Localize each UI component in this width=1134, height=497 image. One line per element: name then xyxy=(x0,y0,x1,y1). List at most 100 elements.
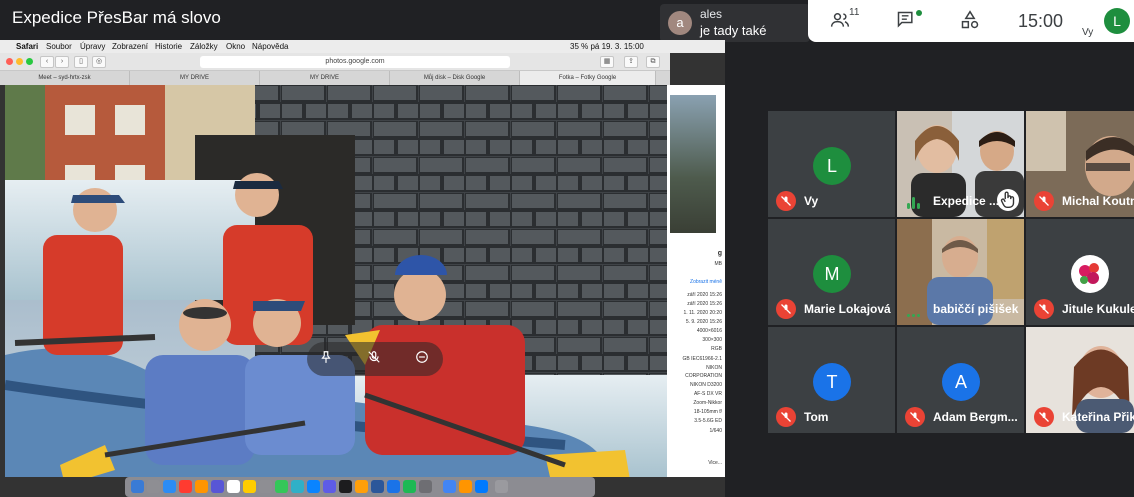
participant-tile[interactable]: M Marie Lokajová xyxy=(768,219,895,325)
chat-sender-avatar: a xyxy=(668,11,692,35)
app-icon xyxy=(195,480,208,493)
info-line: GB IEC61966-2.1 xyxy=(682,356,722,362)
tab-photos: Fotka – Fotky Google xyxy=(520,71,656,85)
participant-tile[interactable]: Michal Koutn xyxy=(1026,111,1134,217)
menu-item: Historie xyxy=(155,42,183,51)
pin-icon[interactable] xyxy=(317,350,335,368)
meeting-controls-panel: 11 15:00 Vy L xyxy=(808,0,1134,42)
app-icon xyxy=(475,480,488,493)
menu-item: Okno xyxy=(226,42,246,51)
vlc-icon xyxy=(459,480,472,493)
close-window-dot xyxy=(6,58,13,65)
chat-unread-dot xyxy=(916,10,922,16)
participant-tile[interactable]: T Tom xyxy=(768,327,895,433)
app-icon xyxy=(419,480,432,493)
chat-message: je tady také xyxy=(700,23,767,38)
speaking-indicator xyxy=(907,305,923,317)
tab-my-drive-2: MY DRIVE xyxy=(260,71,390,85)
self-avatar[interactable]: L xyxy=(1104,8,1130,34)
participant-name: Marie Lokajová xyxy=(804,302,891,316)
forward-icon: › xyxy=(55,56,69,68)
teams-icon xyxy=(323,480,336,493)
app-icon xyxy=(387,480,400,493)
participant-tile[interactable]: Expedice ... xyxy=(897,111,1024,217)
menu-item: Zobrazení xyxy=(112,42,149,51)
participant-name: Adam Bergm... xyxy=(933,410,1018,424)
new-tab-icon: ⧉ xyxy=(646,56,660,68)
menu-item: Safari xyxy=(16,42,39,51)
chat-icon xyxy=(897,11,913,28)
info-line: 18-105mm f/ xyxy=(693,409,722,415)
hand-cursor-icon xyxy=(997,189,1019,211)
calendar-icon xyxy=(227,480,240,493)
participant-tile[interactable]: babiččí pišišek xyxy=(897,219,1024,325)
clock: 15:00 xyxy=(1018,11,1064,31)
menu-item: Nápověda xyxy=(252,42,289,51)
activities-button[interactable] xyxy=(960,10,980,32)
participant-avatar: T xyxy=(813,363,851,401)
mac-menubar: Safari Soubor Úpravy Zobrazení Historie … xyxy=(0,40,725,53)
mic-off-icon xyxy=(776,407,796,427)
safari-toolbar: ‹ › ▯ ◎ photos.google.com ▦ ⇪ ⧉ xyxy=(0,53,670,71)
mic-off-icon xyxy=(1034,407,1054,427)
info-line: Zoom-Nikkor xyxy=(693,400,722,406)
chat-notification[interactable]: a ales je tady také xyxy=(660,4,810,42)
tab-my-drive: MY DRIVE xyxy=(130,71,260,85)
chat-button[interactable] xyxy=(896,10,916,32)
participant-avatar: L xyxy=(813,147,851,185)
participant-avatar: A xyxy=(942,363,980,401)
participant-tile[interactable]: L Vy xyxy=(768,111,895,217)
tabs-icon: ▦ xyxy=(600,56,614,68)
participant-tile[interactable]: A Adam Bergm... xyxy=(897,327,1024,433)
share-icon: ⇪ xyxy=(624,56,638,68)
spotify-icon xyxy=(403,480,416,493)
info-line: RGB xyxy=(711,346,722,352)
show-less-link: Zobrazit méně xyxy=(690,279,722,285)
app-icon xyxy=(355,480,368,493)
info-more: Vice... xyxy=(708,460,722,466)
back-icon: ‹ xyxy=(40,56,54,68)
participant-tile[interactable]: Kateřina Přik xyxy=(1026,327,1134,433)
info-line: 5. 9. 2020 15:26 xyxy=(685,319,722,325)
tab-drive: Můj disk – Disk Google xyxy=(390,71,520,85)
chat-sender-name: ales xyxy=(700,7,723,21)
participant-name: Tom xyxy=(804,410,829,424)
participant-tile[interactable]: Jitule Kukule xyxy=(1026,219,1134,325)
shield-icon: ◎ xyxy=(92,56,106,68)
app-icon xyxy=(307,480,320,493)
info-line: 1/640 xyxy=(709,428,722,434)
participant-name: babiččí pišišek xyxy=(933,302,1019,316)
participant-name: Kateřina Přik xyxy=(1062,410,1134,424)
participants-button[interactable] xyxy=(830,10,850,32)
participant-name: Vy xyxy=(804,194,819,208)
meet-window: Expedice PřesBar má slovo a ales je tady… xyxy=(0,0,1134,497)
remove-icon[interactable] xyxy=(413,350,431,368)
participant-avatar: M xyxy=(813,255,851,293)
finder-icon xyxy=(131,480,144,493)
shared-screen: Safari Soubor Úpravy Zobrazení Historie … xyxy=(0,40,725,497)
mic-off-icon[interactable] xyxy=(365,350,383,368)
menu-item: Záložky xyxy=(190,42,218,51)
participant-name: Michal Koutn xyxy=(1062,194,1134,208)
notes-icon xyxy=(243,480,256,493)
info-line: 4000×6016 xyxy=(696,328,722,334)
minimize-window-dot xyxy=(16,58,23,65)
mic-off-icon xyxy=(1034,191,1054,211)
facetime-icon xyxy=(291,480,304,493)
launchpad-icon xyxy=(147,480,160,493)
participant-avatar-image xyxy=(1071,255,1109,293)
participant-name: Jitule Kukule xyxy=(1062,302,1134,316)
participants-count: 11 xyxy=(849,7,860,18)
messages-icon xyxy=(275,480,288,493)
info-line: září 2020 15:26 xyxy=(687,292,722,298)
safari-tabs: Meet – syd-hrtx-zsk MY DRIVE MY DRIVE Mů… xyxy=(0,71,670,85)
info-line: NIKON xyxy=(706,365,722,371)
app-icon xyxy=(179,480,192,493)
mic-off-icon xyxy=(776,299,796,319)
info-line: 300×300 xyxy=(702,337,722,343)
shapes-icon xyxy=(961,10,979,29)
trash-icon xyxy=(495,480,508,493)
speaking-indicator xyxy=(907,197,923,209)
app-icon xyxy=(211,480,224,493)
menu-item: Soubor xyxy=(46,42,72,51)
